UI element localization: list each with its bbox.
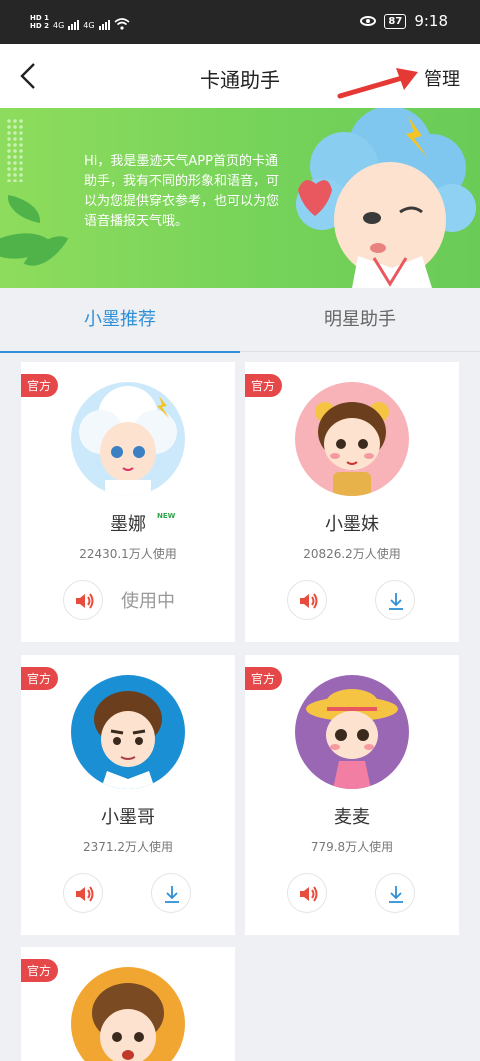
manage-button[interactable]: 管理	[424, 65, 460, 91]
speaker-icon	[76, 593, 94, 609]
play-voice-button[interactable]	[287, 873, 327, 913]
avatar-maimai-illustration	[306, 689, 398, 789]
signal-bars-icon	[98, 20, 110, 30]
eye-comfort-icon	[360, 16, 377, 26]
hd1-label: HD 1	[30, 14, 49, 22]
official-badge: 官方	[21, 374, 59, 397]
official-badge: 官方	[245, 667, 283, 690]
avatar	[295, 382, 409, 496]
assistant-name: 麦麦	[334, 807, 370, 828]
annotation-arrow-icon	[337, 68, 418, 99]
download-icon	[165, 886, 179, 903]
network-label-1: 4G	[52, 21, 65, 30]
assistant-card[interactable]: 官方 小墨妹 20826.2万人使用	[245, 362, 459, 642]
avatar	[71, 967, 185, 1061]
download-button[interactable]	[375, 873, 415, 913]
official-badge: 官方	[21, 959, 59, 982]
usage-count: 779.8万人使用	[310, 840, 394, 854]
play-voice-button[interactable]	[287, 580, 327, 620]
avatar-mona-illustration	[79, 386, 177, 496]
leaf-decoration	[4, 195, 44, 223]
status-bar: HD 1 HD 2 4G 4G 87 9:18	[0, 0, 480, 44]
avatar-xiaomoge-illustration	[94, 691, 162, 789]
nav-bar: 卡通助手 管理	[0, 44, 480, 108]
wifi-icon	[114, 18, 130, 30]
hd-indicator: HD 1 HD 2	[30, 14, 49, 30]
avatar-xiaomomei-illustration	[315, 402, 389, 496]
assistant-card[interactable]: 官方	[21, 947, 235, 1061]
play-voice-button[interactable]	[63, 873, 103, 913]
official-badge: 官方	[245, 374, 283, 397]
official-badge: 官方	[21, 667, 59, 690]
assistant-name: 小墨哥	[101, 807, 155, 828]
usage-count: 20826.2万人使用	[303, 547, 401, 561]
assistant-card[interactable]: 官方 麦麦 779.8万人使用	[245, 655, 459, 935]
dot-pattern	[6, 118, 24, 182]
avatar	[295, 675, 409, 789]
signal-indicators: HD 1 HD 2 4G 4G	[30, 14, 130, 30]
assistant-name: 墨娜	[110, 514, 146, 535]
download-button[interactable]	[375, 580, 415, 620]
battery-indicator: 87	[384, 13, 407, 29]
assistant-card[interactable]: 官方 小墨哥 2371.2万人使用	[21, 655, 235, 935]
speaker-icon	[300, 886, 318, 902]
promo-banner: Hi，我是墨迹天气APP首页的卡通助手，我有不同的形象和语音，可以为您提供穿衣参…	[0, 108, 480, 288]
usage-count: 22430.1万人使用	[79, 547, 177, 561]
speaker-icon	[300, 593, 318, 609]
cartoon-assistant-illustration	[296, 108, 476, 288]
new-tag: NEW	[157, 512, 176, 520]
clock: 9:18	[414, 12, 448, 30]
signal-bars-icon	[68, 20, 80, 30]
in-use-status: 使用中	[121, 591, 175, 612]
network-label-2: 4G	[83, 21, 95, 30]
assistant-card[interactable]: 官方 墨娜 NEW 22430.1万人使用 使用中	[21, 362, 235, 642]
usage-count: 2371.2万人使用	[83, 840, 173, 854]
avatar	[71, 382, 185, 496]
download-button[interactable]	[151, 873, 191, 913]
download-icon	[389, 886, 403, 903]
download-icon	[389, 593, 403, 610]
tab-recommended[interactable]: 小墨推荐	[0, 288, 240, 353]
assistant-name: 小墨妹	[325, 514, 379, 535]
category-tabs: 小墨推荐 明星助手	[0, 288, 480, 353]
play-voice-button[interactable]	[63, 580, 103, 620]
tab-star-assistant[interactable]: 明星助手	[240, 288, 480, 352]
avatar-boy-illustration	[92, 983, 164, 1061]
hd2-label: HD 2	[30, 22, 49, 30]
avatar	[71, 675, 185, 789]
speaker-icon	[76, 886, 94, 902]
banner-text: Hi，我是墨迹天气APP首页的卡通助手，我有不同的形象和语音，可以为您提供穿衣参…	[84, 154, 280, 229]
